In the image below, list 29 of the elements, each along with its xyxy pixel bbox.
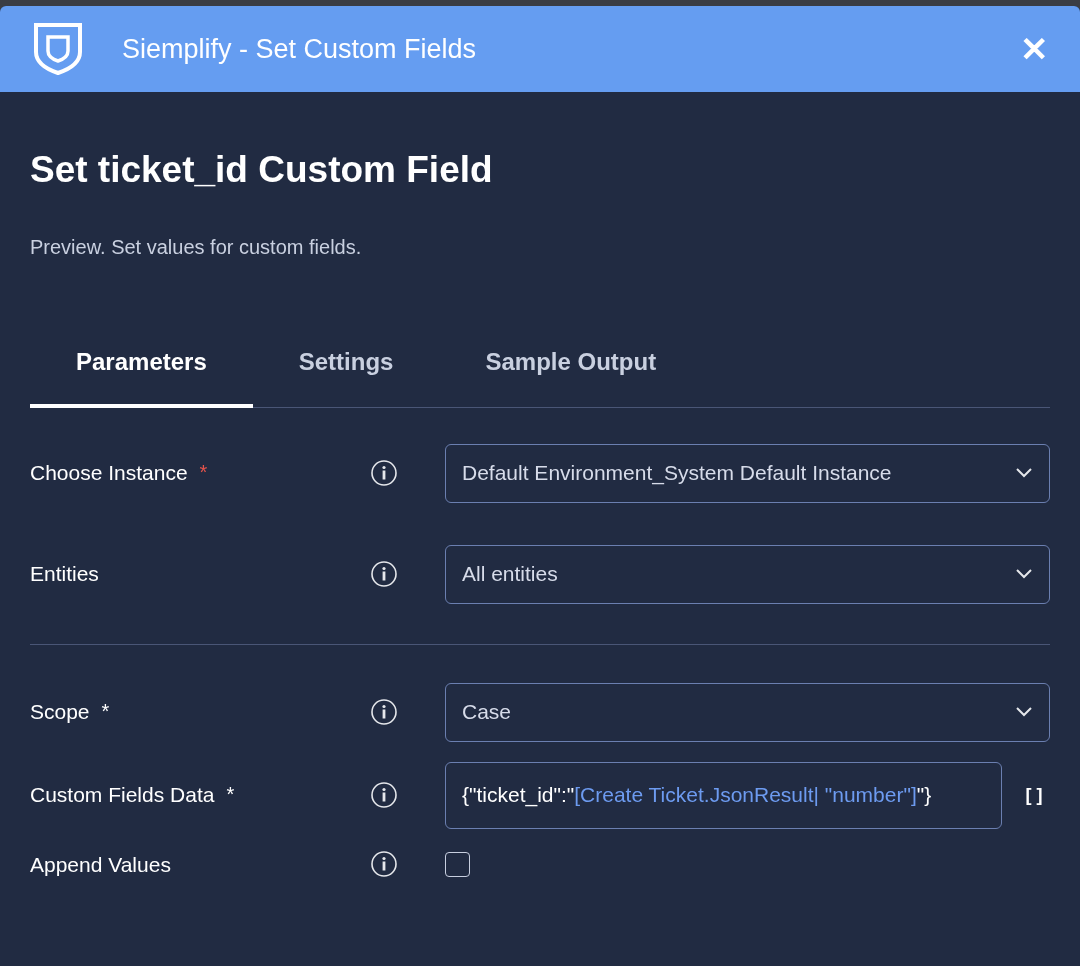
field-label: Custom Fields Data	[30, 782, 215, 809]
info-icon[interactable]	[370, 560, 398, 588]
required-mark: *	[101, 699, 110, 725]
info-icon[interactable]	[370, 781, 398, 809]
dropdown[interactable]: All entities	[445, 544, 1050, 604]
field-label: Choose Instance	[30, 460, 188, 487]
dropdown[interactable]: Case	[445, 682, 1050, 742]
insert-placeholder-button[interactable]: [ ]	[1018, 781, 1050, 809]
required-mark: *	[199, 460, 208, 486]
field-label: Scope	[30, 699, 90, 726]
field-label: Append Values	[30, 851, 171, 878]
tab[interactable]: Parameters	[30, 343, 253, 408]
info-icon[interactable]	[370, 459, 398, 487]
tab[interactable]: Settings	[252, 343, 440, 408]
chevron-down-icon	[1015, 706, 1033, 718]
checkbox[interactable]	[445, 851, 470, 877]
chevron-down-icon	[1015, 467, 1033, 479]
shield-icon	[32, 22, 84, 76]
info-icon[interactable]	[370, 698, 398, 726]
dropdown[interactable]: Default Environment_System Default Instance	[445, 443, 1050, 503]
info-icon[interactable]	[370, 850, 398, 879]
description: Preview. Set values for custom fields.	[30, 234, 363, 260]
required-mark: *	[226, 782, 235, 808]
field-label: Entities	[30, 561, 99, 588]
input-field[interactable]: {"ticket_id":"[Create Ticket.JsonResult| "number"]"}	[445, 761, 1002, 829]
window-title: Siemplify - Set Custom Fields	[122, 32, 478, 66]
tab[interactable]: Sample Output	[439, 343, 703, 408]
dialog-heading: Set ticket_id Custom Field	[30, 148, 494, 192]
chevron-down-icon	[1015, 568, 1033, 580]
